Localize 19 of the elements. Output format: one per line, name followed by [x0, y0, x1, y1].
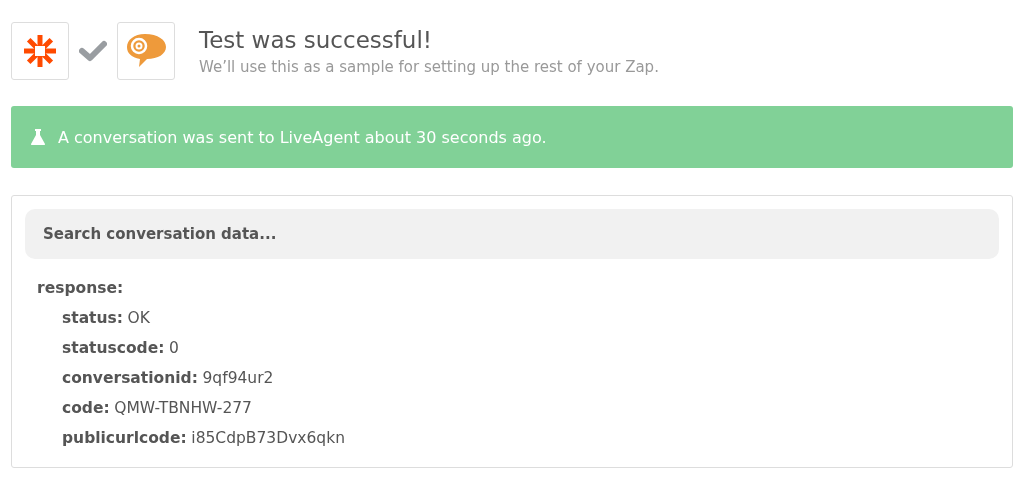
asterisk-icon — [23, 34, 57, 68]
field-label: statuscode: — [62, 339, 165, 357]
field-value: i85CdpB73Dvx6qkn — [191, 429, 345, 447]
field-value: QMW-TBNHW-277 — [114, 399, 252, 417]
field-value: 9qf94ur2 — [202, 369, 274, 387]
check-icon — [79, 40, 107, 62]
chat-bubble-icon — [125, 32, 167, 70]
field-label: code: — [62, 399, 110, 417]
banner-message: A conversation was sent to LiveAgent about 30 seconds ago. — [58, 127, 547, 147]
field-value: OK — [127, 309, 150, 327]
field-value: 0 — [169, 339, 179, 357]
field-label: publicurlcode: — [62, 429, 187, 447]
field-label: response: — [37, 279, 124, 297]
page-subtitle: We’ll use this as a sample for setting up the rest of your Zap. — [199, 57, 659, 76]
search-field[interactable]: Search conversation data... — [25, 209, 999, 259]
field-label: conversationid: — [62, 369, 198, 387]
field-label: status: — [62, 309, 123, 327]
page-title: Test was successful! — [199, 26, 434, 53]
flask-icon — [30, 128, 46, 146]
